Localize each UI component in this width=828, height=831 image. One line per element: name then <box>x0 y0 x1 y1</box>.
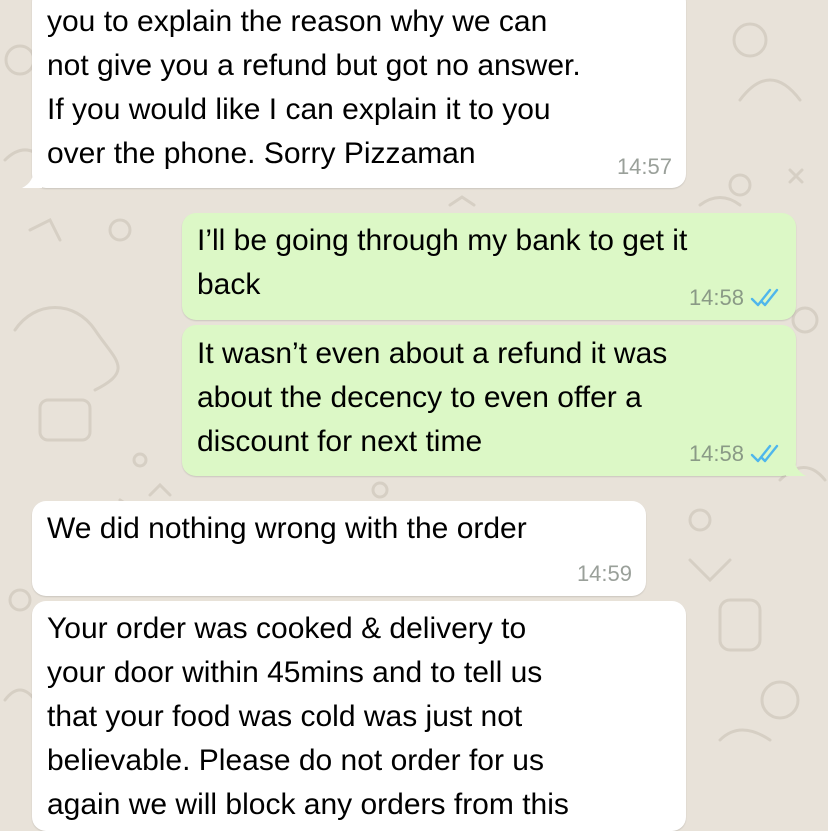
chat-conversation[interactable]: you to explain the reason why we can not… <box>0 0 828 831</box>
message-text: We did nothing wrong with the order <box>47 512 527 545</box>
timestamp-text: 14:58 <box>688 285 744 310</box>
message-bubble-incoming[interactable]: We did nothing wrong with the order 14:5… <box>32 501 646 596</box>
message-text: you to explain the reason why we can not… <box>47 5 581 170</box>
double-check-read-icon <box>750 444 779 463</box>
message-timestamp: 14:59 <box>577 561 632 587</box>
message-bubble-outgoing[interactable]: I’ll be going through my bank to get it … <box>182 213 796 320</box>
message-text: Your order was cooked & delivery to your… <box>47 612 569 821</box>
message-timestamp: 14:58 <box>689 441 782 467</box>
bubble-tail <box>786 456 806 476</box>
bubble-tail <box>22 168 42 188</box>
double-check-read-icon <box>750 288 779 307</box>
timestamp-text: 14:59 <box>576 561 632 586</box>
timestamp-text: 14:57 <box>616 154 672 179</box>
timestamp-text: 14:58 <box>688 441 744 466</box>
message-timestamp: 14:58 <box>689 285 782 311</box>
message-bubble-incoming[interactable]: Your order was cooked & delivery to your… <box>32 601 686 831</box>
message-bubble-outgoing[interactable]: It wasn’t even about a refund it was abo… <box>182 325 806 476</box>
message-bubble-incoming[interactable]: you to explain the reason why we can not… <box>22 0 686 188</box>
message-timestamp: 14:57 <box>617 154 672 180</box>
